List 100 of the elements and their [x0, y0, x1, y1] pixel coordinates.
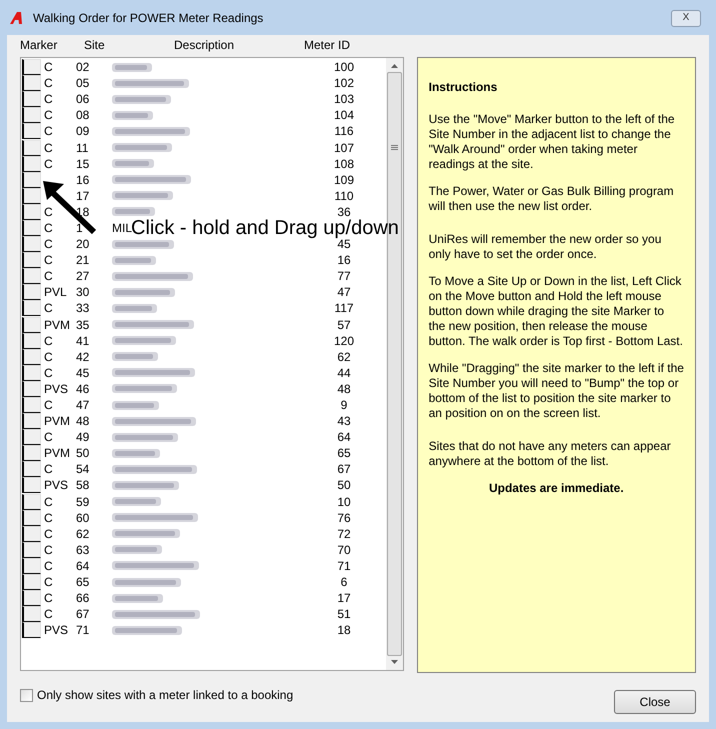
blurred-text: [112, 110, 153, 121]
scroll-up-icon[interactable]: [390, 64, 398, 68]
site-status: C: [44, 494, 53, 509]
scroll-down-icon[interactable]: [390, 660, 398, 664]
meter-id: 44: [337, 366, 351, 380]
move-marker-button[interactable]: [22, 332, 41, 349]
site-status: C: [44, 542, 53, 557]
meter-id: 67: [337, 462, 351, 476]
move-marker-button[interactable]: [22, 429, 41, 446]
move-marker-button[interactable]: [22, 220, 41, 236]
move-marker-button[interactable]: [22, 156, 41, 172]
move-marker-button[interactable]: [22, 574, 41, 590]
move-marker-button[interactable]: [22, 75, 41, 92]
site-number: 66: [76, 591, 90, 606]
move-marker-button[interactable]: [22, 348, 41, 365]
site-status: PVM: [44, 414, 70, 428]
move-marker-button[interactable]: [22, 59, 41, 76]
move-marker-button[interactable]: [22, 364, 41, 381]
site-number: 48: [76, 414, 90, 428]
close-dialog-button[interactable]: Close: [614, 690, 696, 714]
move-marker-button[interactable]: [22, 380, 41, 397]
column-header: Meter ID: [304, 37, 350, 54]
meter-id: 71: [337, 558, 351, 573]
move-marker-button[interactable]: [22, 542, 41, 558]
move-marker-button[interactable]: [22, 397, 41, 414]
meter-id: 9: [340, 398, 348, 412]
site-number: 15: [76, 156, 90, 171]
site-status: C: [44, 350, 53, 364]
meter-id: 72: [337, 526, 351, 541]
meter-id: 70: [337, 542, 351, 557]
site-status: C: [44, 607, 53, 622]
blurred-text: [112, 432, 178, 443]
site-status: C: [44, 140, 53, 155]
site-status: C: [44, 220, 53, 235]
move-marker-button[interactable]: [22, 413, 41, 430]
move-marker-button[interactable]: [22, 622, 41, 638]
blurred-text: [112, 544, 162, 556]
meter-id: 43: [337, 414, 351, 428]
move-marker-button[interactable]: [22, 316, 41, 333]
move-marker-button[interactable]: [22, 236, 41, 252]
meter-id: 65: [337, 446, 351, 460]
meter-id: 76: [337, 510, 351, 525]
site-status: C: [44, 526, 53, 541]
site-number: 58: [76, 478, 90, 492]
site-number: 08: [76, 108, 90, 122]
move-marker-button[interactable]: [22, 300, 41, 316]
meter-id: 117: [334, 301, 354, 316]
move-marker-button[interactable]: [22, 172, 41, 188]
move-marker-button[interactable]: [22, 445, 41, 462]
meter-id: 45: [337, 237, 351, 252]
column-header: Site: [84, 37, 106, 54]
move-marker-button[interactable]: [22, 268, 41, 284]
blurred-text: [112, 158, 154, 170]
meter-id: 62: [337, 350, 351, 364]
site-number: 54: [76, 462, 90, 476]
blurred-text: [112, 351, 158, 362]
site-number: 65: [76, 575, 90, 590]
meter-id: 116: [334, 124, 354, 138]
move-marker-button[interactable]: [22, 510, 41, 526]
site-status: C: [44, 510, 53, 525]
move-marker-button[interactable]: [22, 107, 41, 124]
site-number: 33: [76, 301, 90, 316]
site-number: 42: [76, 350, 90, 364]
meter-id: 47: [337, 285, 351, 300]
site-number: 50: [76, 446, 90, 460]
window-close-button[interactable]: X: [671, 10, 701, 26]
move-marker-button[interactable]: [22, 123, 41, 140]
site-number: 63: [76, 542, 90, 557]
instructions-text: The Power, Water or Gas Bulk Billing program will then use the new list order.: [428, 184, 675, 214]
move-marker-button[interactable]: [22, 91, 41, 108]
blurred-text: [112, 528, 180, 540]
move-marker-button[interactable]: [22, 590, 41, 606]
instructions-text: While "Dragging" the site marker to the left if the Site Number you will need to "Bump" the top or bottom of the list to position the site marker to an position on on the screen list.: [428, 361, 684, 421]
site-number: 46: [76, 382, 90, 396]
move-marker-button[interactable]: [22, 606, 41, 622]
move-marker-button[interactable]: [22, 558, 41, 574]
meter-id: 107: [334, 140, 354, 155]
blurred-text: [112, 383, 177, 394]
move-marker-button[interactable]: [22, 204, 41, 220]
move-marker-button[interactable]: [22, 477, 41, 494]
meter-id: 36: [337, 204, 351, 219]
meter-id: 17: [337, 591, 351, 606]
site-status: C: [44, 301, 53, 316]
site-status: PVS: [44, 623, 68, 638]
move-marker-button[interactable]: [22, 494, 41, 510]
site-number: 71: [76, 623, 90, 638]
move-marker-button[interactable]: [22, 284, 41, 300]
site-number: 20: [76, 237, 90, 252]
logo-icon: [9, 11, 25, 25]
move-marker-button[interactable]: [22, 526, 41, 542]
blurred-text: [112, 190, 173, 202]
move-marker-button[interactable]: [22, 252, 41, 268]
site-number: 62: [76, 526, 90, 541]
site-number: 64: [76, 558, 90, 573]
move-marker-button[interactable]: [22, 188, 41, 204]
meter-id: 103: [334, 92, 354, 106]
move-marker-button[interactable]: [22, 461, 41, 478]
move-marker-button[interactable]: [22, 140, 41, 156]
site-status: C: [44, 237, 53, 252]
booking-filter-checkbox[interactable]: [20, 688, 33, 702]
